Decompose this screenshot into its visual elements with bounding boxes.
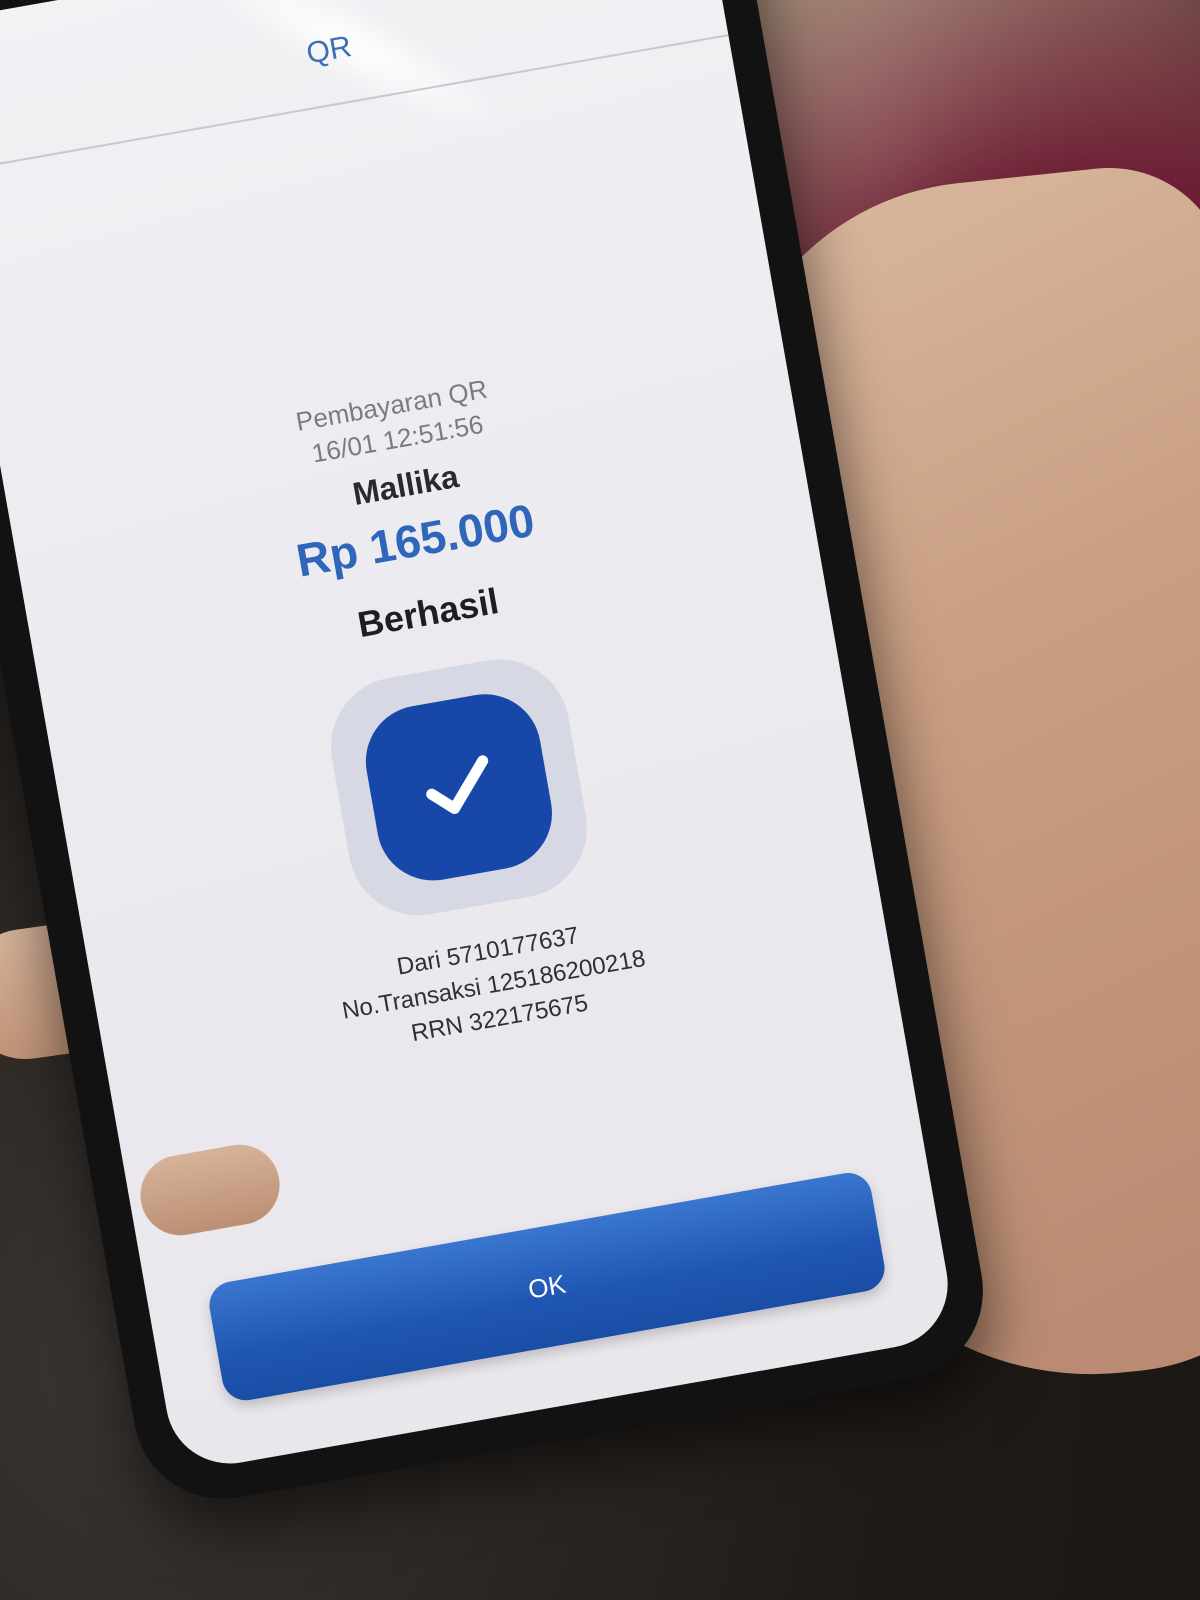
ok-button[interactable]: OK bbox=[205, 1169, 889, 1405]
checkmark-icon bbox=[426, 755, 489, 814]
phone-screen: QR Pembayaran QR 16/01 12:51:56 Mallika … bbox=[0, 0, 958, 1474]
header-title: QR bbox=[303, 30, 354, 71]
photo-scene: QR Pembayaran QR 16/01 12:51:56 Mallika … bbox=[0, 0, 1200, 1600]
success-badge-inner bbox=[356, 685, 561, 890]
payment-receipt: Pembayaran QR 16/01 12:51:56 Mallika Rp … bbox=[0, 320, 893, 1105]
app-header: QR bbox=[0, 0, 729, 174]
success-badge bbox=[319, 648, 598, 927]
